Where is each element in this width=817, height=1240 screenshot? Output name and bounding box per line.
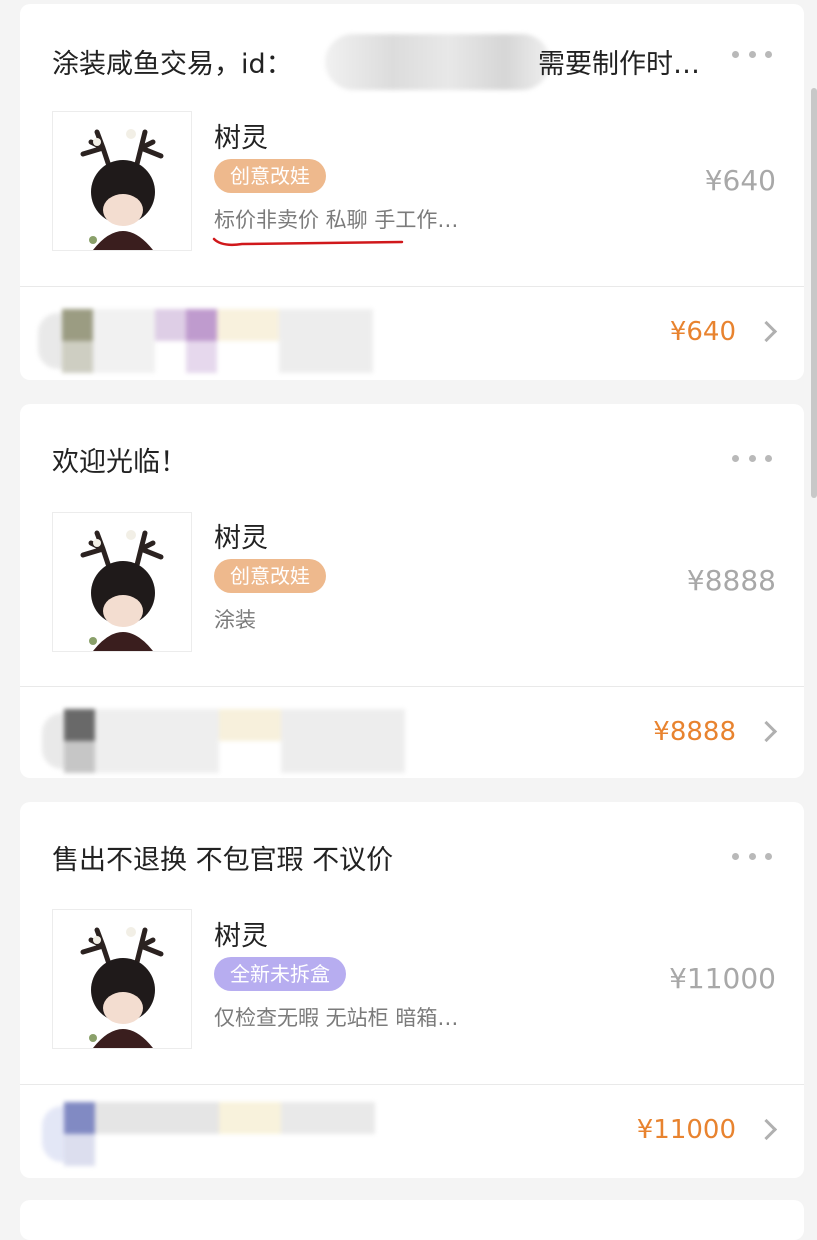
- listing-card[interactable]: 涂装咸鱼交易，id： 需要制作时… 树灵 创意改娃 标价非卖价 私聊 手工作… …: [20, 4, 804, 380]
- item-price: ¥640: [704, 164, 776, 197]
- item-name: 树灵: [214, 523, 268, 554]
- doll-image: [80, 927, 164, 1048]
- blurred-seller-info: [38, 309, 378, 373]
- listing-title-end: 需要制作时…: [538, 49, 700, 80]
- blurred-seller-info: [38, 709, 408, 773]
- more-dots-icon[interactable]: [732, 44, 772, 64]
- item-description: 标价非卖价 私聊 手工作…: [214, 208, 459, 232]
- total-price[interactable]: ¥8888: [653, 717, 736, 747]
- product-thumbnail[interactable]: [52, 909, 192, 1049]
- doll-image: [80, 129, 164, 250]
- total-price[interactable]: ¥640: [670, 317, 736, 347]
- status-tag: 全新未拆盒: [214, 957, 346, 991]
- product-thumbnail[interactable]: [52, 512, 192, 652]
- item-price: ¥11000: [669, 962, 776, 995]
- blurred-seller-info: [38, 1102, 378, 1166]
- status-tag: 创意改娃: [214, 559, 326, 593]
- listing-card[interactable]: 欢迎光临！ 树灵 创意改娃 涂装 ¥8888 ¥8888: [20, 404, 804, 778]
- chevron-right-icon[interactable]: [755, 1118, 778, 1141]
- listing-title: 欢迎光临！: [52, 447, 187, 478]
- scrollbar[interactable]: [811, 88, 817, 498]
- chevron-right-icon[interactable]: [755, 320, 778, 343]
- divider: [20, 686, 804, 687]
- listing-card[interactable]: [20, 1200, 804, 1240]
- status-tag: 创意改娃: [214, 159, 326, 193]
- item-description: 仅检查无暇 无站柜 暗箱…: [214, 1006, 459, 1030]
- item-price: ¥8888: [686, 564, 776, 597]
- chevron-right-icon[interactable]: [755, 720, 778, 743]
- item-name: 树灵: [214, 921, 268, 952]
- item-name: 树灵: [214, 123, 268, 154]
- listing-title: 涂装咸鱼交易，id：: [52, 49, 293, 80]
- redacted-id: [325, 34, 550, 90]
- listing-card[interactable]: 售出不退换 不包官瑕 不议价 树灵 全新未拆盒 仅检查无暇 无站柜 暗箱… ¥1…: [20, 802, 804, 1178]
- listing-title: 售出不退换 不包官瑕 不议价: [52, 845, 394, 876]
- divider: [20, 1084, 804, 1085]
- more-dots-icon[interactable]: [732, 448, 772, 468]
- divider: [20, 286, 804, 287]
- item-description: 涂装: [214, 608, 256, 632]
- red-underline-annotation: [212, 237, 404, 247]
- doll-image: [80, 530, 164, 651]
- more-dots-icon[interactable]: [732, 846, 772, 866]
- product-thumbnail[interactable]: [52, 111, 192, 251]
- total-price[interactable]: ¥11000: [637, 1115, 736, 1145]
